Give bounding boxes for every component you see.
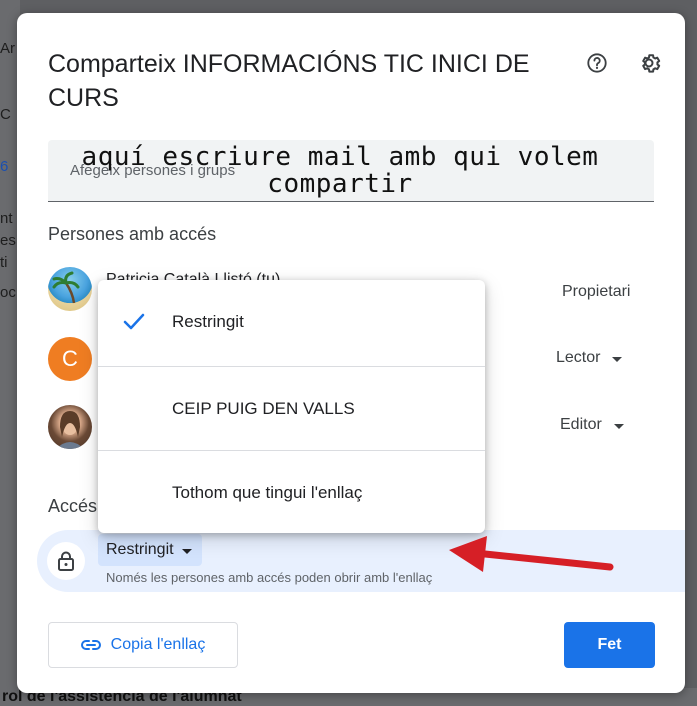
- lock-icon: [47, 542, 85, 580]
- menu-item-label: Restringit: [172, 312, 244, 331]
- menu-item-anyone-with-link[interactable]: Tothom que tingui l'enllaç: [98, 450, 485, 534]
- role-label: Propietari: [562, 283, 631, 300]
- menu-item-restricted[interactable]: Restringit: [98, 280, 485, 364]
- gear-icon[interactable]: [635, 49, 663, 77]
- annotation-arrow-icon: [449, 536, 614, 572]
- chevron-down-icon: [181, 548, 192, 554]
- avatar: [48, 267, 92, 311]
- dialog-title: Comparteix INFORMACIÓNS TIC INICI DE CUR…: [48, 50, 530, 112]
- general-access-menu: Restringit CEIP PUIG DEN VALLS Tothom qu…: [98, 280, 485, 533]
- copy-link-button[interactable]: Copia l'enllaç: [48, 622, 238, 668]
- done-button[interactable]: Fet: [564, 622, 655, 668]
- general-access-description: Només les persones amb accés poden obrir…: [106, 570, 433, 585]
- general-access-value: Restringit: [106, 541, 174, 558]
- chevron-down-icon: [612, 356, 623, 362]
- menu-item-label: Tothom que tingui l'enllaç: [172, 482, 363, 502]
- add-people-input[interactable]: Afegeix persones i grups aquí escriure m…: [48, 140, 654, 202]
- role-owner: Propietari: [562, 283, 630, 301]
- role-dropdown-reader[interactable]: Lector: [556, 349, 623, 367]
- people-section-label: Persones amb accés: [48, 224, 217, 244]
- role-label: Lector: [556, 349, 601, 366]
- link-icon: [80, 640, 101, 650]
- check-icon: [123, 313, 145, 330]
- menu-item-label: CEIP PUIG DEN VALLS: [172, 398, 355, 418]
- copy-link-label: Copia l'enllaç: [110, 636, 206, 653]
- chevron-down-icon: [613, 423, 624, 429]
- role-label: Editor: [560, 416, 602, 433]
- handwritten-annotation: aquí escriure mail amb qui volem compart…: [81, 142, 599, 199]
- avatar: [48, 405, 92, 449]
- role-dropdown-editor[interactable]: Editor: [560, 416, 624, 434]
- menu-item-organization[interactable]: CEIP PUIG DEN VALLS: [98, 366, 485, 450]
- avatar: C: [48, 337, 92, 381]
- help-icon[interactable]: [583, 49, 611, 77]
- avatar-initial: C: [62, 346, 78, 371]
- general-access-dropdown[interactable]: Restringit: [98, 534, 202, 566]
